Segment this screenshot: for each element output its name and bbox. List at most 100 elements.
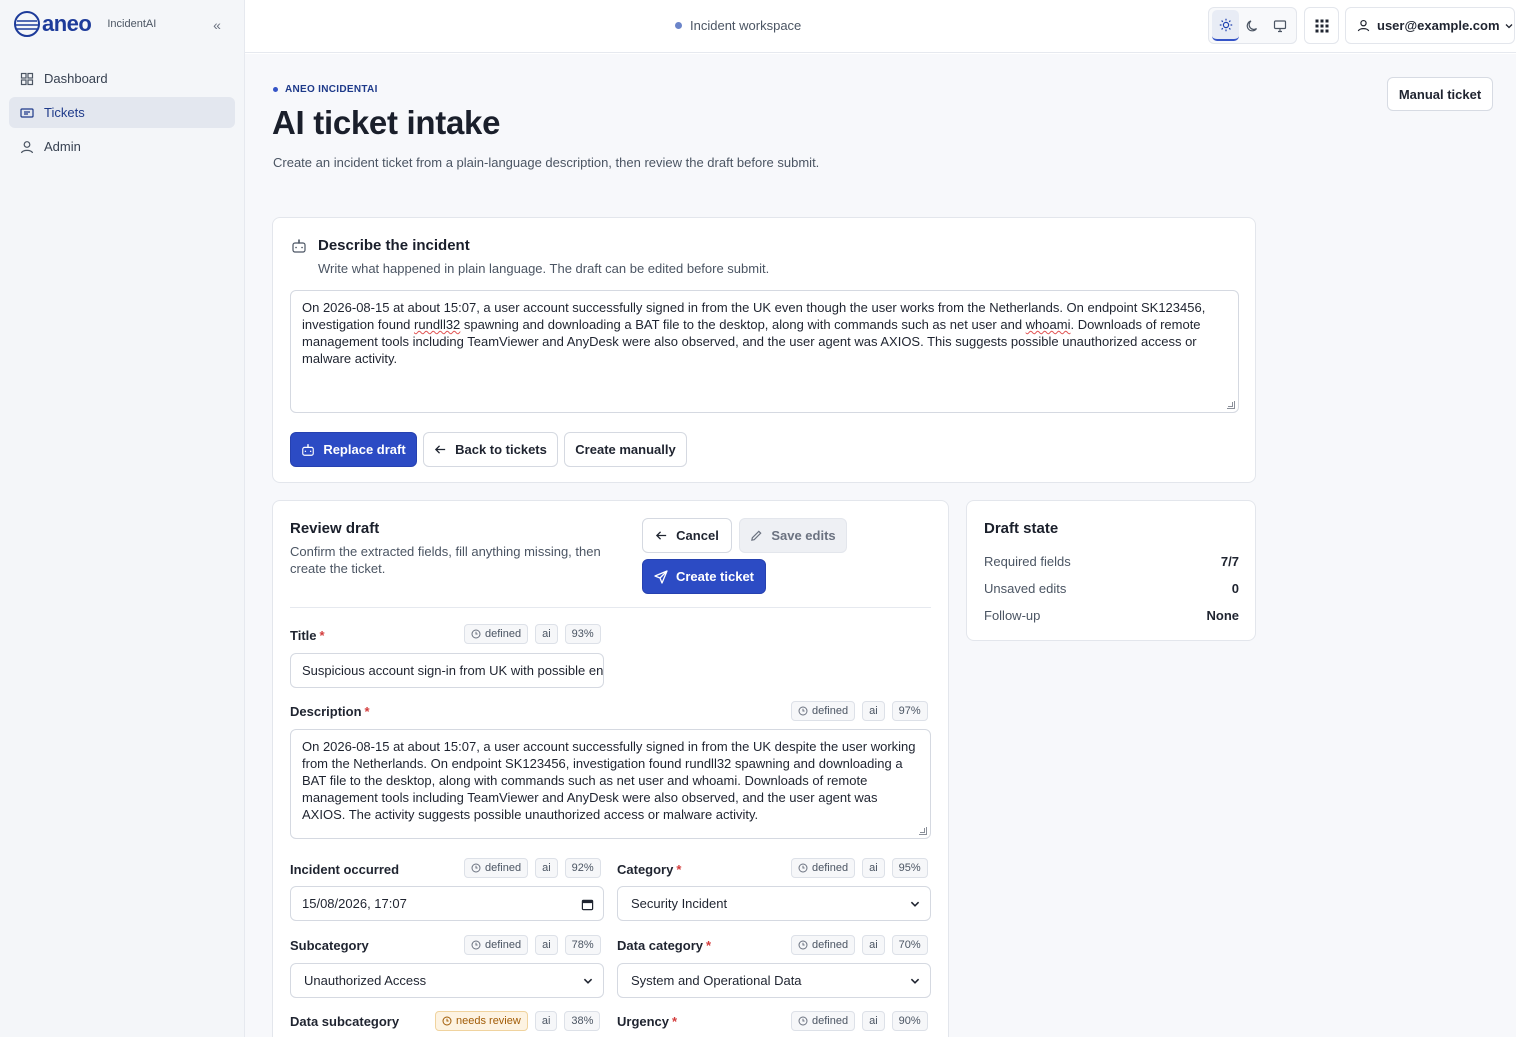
- data-subcategory-chips: needs review ai 38%: [428, 1011, 601, 1031]
- button-label: Create ticket: [675, 569, 755, 584]
- category-label: Category *: [617, 862, 682, 877]
- status-badge: defined: [791, 1011, 856, 1031]
- sidebar-item-label: Tickets: [44, 105, 85, 120]
- incident-description-input[interactable]: On 2026-08-15 at about 15:07, a user acc…: [290, 290, 1239, 413]
- spellcheck-word: whoami: [1025, 317, 1071, 332]
- title-input[interactable]: Suspicious account sign-in from UK with …: [290, 653, 604, 688]
- sidebar-nav: Dashboard Tickets Admin: [9, 63, 235, 165]
- source-badge: ai: [534, 1011, 558, 1031]
- category-select[interactable]: Security Incident: [617, 886, 931, 921]
- user-email: user@example.com: [1377, 18, 1500, 33]
- product-name: IncidentAI: [107, 18, 157, 30]
- theme-system-button[interactable]: [1266, 10, 1293, 41]
- grid-icon: [1315, 19, 1328, 32]
- sidebar-item-tickets[interactable]: Tickets: [9, 97, 235, 128]
- apps-grid-button[interactable]: [1304, 7, 1339, 44]
- sun-icon: [1219, 18, 1232, 31]
- save-edits-button[interactable]: Save edits: [739, 518, 847, 553]
- source-badge: ai: [862, 858, 885, 878]
- create-ticket-button[interactable]: Create ticket: [642, 559, 766, 594]
- user-icon: [20, 140, 34, 153]
- describe-header: Describe the incident: [291, 237, 470, 254]
- chevron-down-icon: [910, 901, 920, 907]
- source-badge: ai: [862, 935, 885, 955]
- required-fields-row: Required fields 7/7: [984, 554, 1239, 569]
- incident-datetime-input[interactable]: 15/08/2026, 17:07: [290, 886, 604, 921]
- button-label: Back to tickets: [455, 442, 547, 457]
- confidence-badge: 70%: [891, 935, 928, 955]
- source-badge: ai: [862, 1011, 885, 1031]
- brand[interactable]: aneo IncidentAI: [14, 10, 156, 38]
- status-badge: defined: [464, 935, 529, 955]
- calendar-icon[interactable]: [581, 898, 594, 911]
- incident-occurred-label: Incident occurred: [290, 862, 400, 877]
- urgency-chips: defined ai 90%: [784, 1011, 928, 1031]
- robot-icon: [302, 443, 315, 456]
- aneo-logo: aneo: [14, 11, 92, 37]
- back-to-tickets-button[interactable]: Back to tickets: [423, 432, 558, 467]
- top-bar: Incident workspace user@example.com: [245, 0, 1516, 53]
- workspace-indicator: Incident workspace: [675, 18, 801, 33]
- confidence-badge: 97%: [891, 701, 928, 721]
- confidence-badge: 92%: [564, 858, 601, 878]
- arrow-left-icon: [435, 445, 446, 454]
- theme-dark-button[interactable]: [1239, 10, 1266, 41]
- globe-logo-icon: [14, 11, 40, 37]
- theme-light-button[interactable]: [1212, 10, 1239, 41]
- replace-draft-button[interactable]: Replace draft: [290, 432, 417, 467]
- button-label: Replace draft: [323, 442, 406, 457]
- page-title: AI ticket intake: [272, 104, 501, 141]
- divider: [290, 607, 931, 608]
- sidebar-item-label: Admin: [44, 139, 81, 154]
- title-chips: defined ai 93%: [457, 624, 601, 644]
- describe-subtitle: Write what happened in plain language. T…: [318, 261, 770, 276]
- main-content: ANEO INCIDENTAI AI ticket intake Create …: [245, 54, 1516, 1037]
- arrow-left-icon: [656, 531, 667, 540]
- cancel-button[interactable]: Cancel: [642, 518, 732, 553]
- clock-icon: [798, 863, 808, 873]
- data-category-chips: defined ai 70%: [784, 935, 928, 955]
- clock-icon: [798, 706, 808, 716]
- unsaved-edits-row: Unsaved edits 0: [984, 581, 1239, 596]
- subcategory-select[interactable]: Unauthorized Access: [290, 963, 604, 998]
- status-badge: defined: [791, 858, 856, 878]
- draft-state-title: Draft state: [984, 520, 1059, 537]
- eyebrow-label: ANEO INCIDENTAI: [285, 84, 378, 95]
- status-dot: [675, 22, 682, 29]
- confidence-badge: 95%: [891, 858, 928, 878]
- sidebar-item-admin[interactable]: Admin: [9, 131, 235, 162]
- resize-handle-icon[interactable]: [1227, 401, 1235, 409]
- category-chips: defined ai 95%: [784, 858, 928, 878]
- sidebar-item-dashboard[interactable]: Dashboard: [9, 63, 235, 94]
- title-label: Title *: [290, 628, 325, 643]
- confidence-badge: 38%: [564, 1011, 601, 1031]
- follow-up-row: Follow-up None: [984, 608, 1239, 623]
- status-badge: defined: [464, 624, 529, 644]
- button-label: Cancel: [676, 528, 719, 543]
- description-label: Description *: [290, 704, 370, 719]
- user-menu-button[interactable]: user@example.com: [1345, 7, 1515, 44]
- description-textarea[interactable]: On 2026-08-15 at about 15:07, a user acc…: [290, 729, 931, 839]
- subcategory-chips: defined ai 78%: [457, 935, 601, 955]
- ticket-icon: [20, 107, 34, 118]
- monitor-icon: [1273, 19, 1286, 32]
- collapse-sidebar-icon[interactable]: «: [208, 16, 226, 34]
- description-chips: defined ai 97%: [784, 701, 928, 721]
- create-manually-button[interactable]: Create manually: [564, 432, 687, 467]
- source-badge: ai: [535, 858, 558, 878]
- chevron-down-icon: [910, 978, 920, 984]
- describe-title: Describe the incident: [318, 237, 470, 254]
- moon-icon: [1246, 19, 1257, 31]
- dashboard-icon: [20, 72, 34, 85]
- user-icon: [1357, 19, 1370, 32]
- description-value: On 2026-08-15 at about 15:07, a user acc…: [302, 739, 916, 822]
- confidence-badge: 93%: [564, 624, 601, 644]
- manual-ticket-button[interactable]: Manual ticket: [1387, 77, 1493, 111]
- page-subtitle: Create an incident ticket from a plain-l…: [273, 155, 820, 170]
- data-category-select[interactable]: System and Operational Data: [617, 963, 931, 998]
- resize-handle-icon[interactable]: [919, 827, 927, 835]
- source-badge: ai: [862, 701, 885, 721]
- robot-icon: [292, 238, 306, 253]
- send-icon: [654, 569, 668, 584]
- pencil-icon: [751, 530, 762, 541]
